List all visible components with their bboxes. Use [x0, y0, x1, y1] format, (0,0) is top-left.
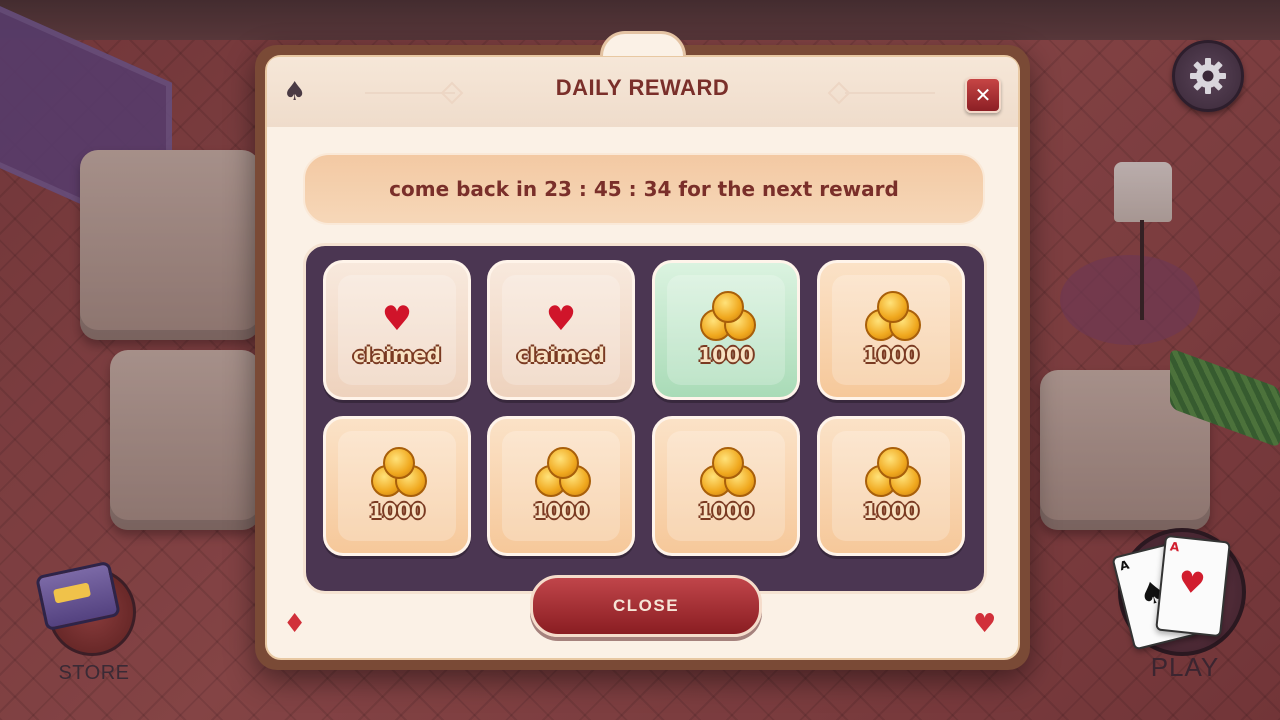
heart-pip-icon: ♥ — [1176, 564, 1207, 603]
reward-tile-day-6[interactable]: 1000 — [487, 416, 635, 556]
close-button[interactable]: CLOSE — [530, 575, 762, 637]
dialog-title: DAILY REWARD — [555, 75, 730, 100]
card-corner-label: A — [1118, 557, 1131, 574]
playing-card-front-icon: A ♥ — [1155, 534, 1231, 638]
reward-tile-day-5[interactable]: 1000 — [323, 416, 471, 556]
store-button[interactable]: STORE — [30, 560, 140, 690]
coins-icon — [698, 447, 758, 497]
title-divider-right — [845, 92, 935, 94]
reward-tile-day-2[interactable]: ♥ claimed — [487, 260, 635, 400]
daily-reward-dialog: ♠ DAILY REWARD ✕ come back in 23 : 45 : … — [255, 31, 1030, 670]
reward-label: 1000 — [369, 499, 425, 523]
play-button[interactable]: A ♠ A ♥ PLAY — [1110, 520, 1260, 700]
heart-icon: ♥ — [545, 299, 577, 339]
coins-icon — [863, 447, 923, 497]
coins-icon — [698, 291, 758, 341]
gear-icon — [1190, 58, 1226, 94]
coins-icon — [863, 291, 923, 341]
reward-tile-day-1[interactable]: ♥ claimed — [323, 260, 471, 400]
coins-icon — [533, 447, 593, 497]
coins-icon — [369, 447, 429, 497]
reward-label: 1000 — [533, 499, 589, 523]
reward-label: claimed — [517, 343, 605, 367]
reward-label: claimed — [353, 343, 441, 367]
heart-suit-icon: ♥ — [973, 609, 997, 639]
reward-label: 1000 — [698, 499, 754, 523]
store-label: STORE — [58, 662, 130, 684]
reward-tile-day-8[interactable]: 1000 — [817, 416, 965, 556]
diamond-icon: ♦ — [283, 609, 307, 639]
reward-tile-day-7[interactable]: 1000 — [652, 416, 800, 556]
heart-icon: ♥ — [381, 299, 413, 339]
top-ornament — [600, 31, 686, 56]
reward-tile-day-3[interactable]: 1000 — [652, 260, 800, 400]
reward-label: 1000 — [863, 343, 919, 367]
reward-label: 1000 — [863, 499, 919, 523]
settings-button[interactable] — [1172, 40, 1244, 112]
close-icon-button[interactable]: ✕ — [965, 77, 1001, 113]
play-label: PLAY — [1150, 652, 1220, 682]
reward-label: 1000 — [698, 343, 754, 367]
card-corner-label: A — [1169, 539, 1180, 555]
reward-tile-day-4[interactable]: 1000 — [817, 260, 965, 400]
countdown-banner: come back in 23 : 45 : 34 for the next r… — [303, 153, 985, 225]
reward-grid: ♥ claimed ♥ claimed 1000 1000 1000 1000 … — [303, 243, 987, 594]
